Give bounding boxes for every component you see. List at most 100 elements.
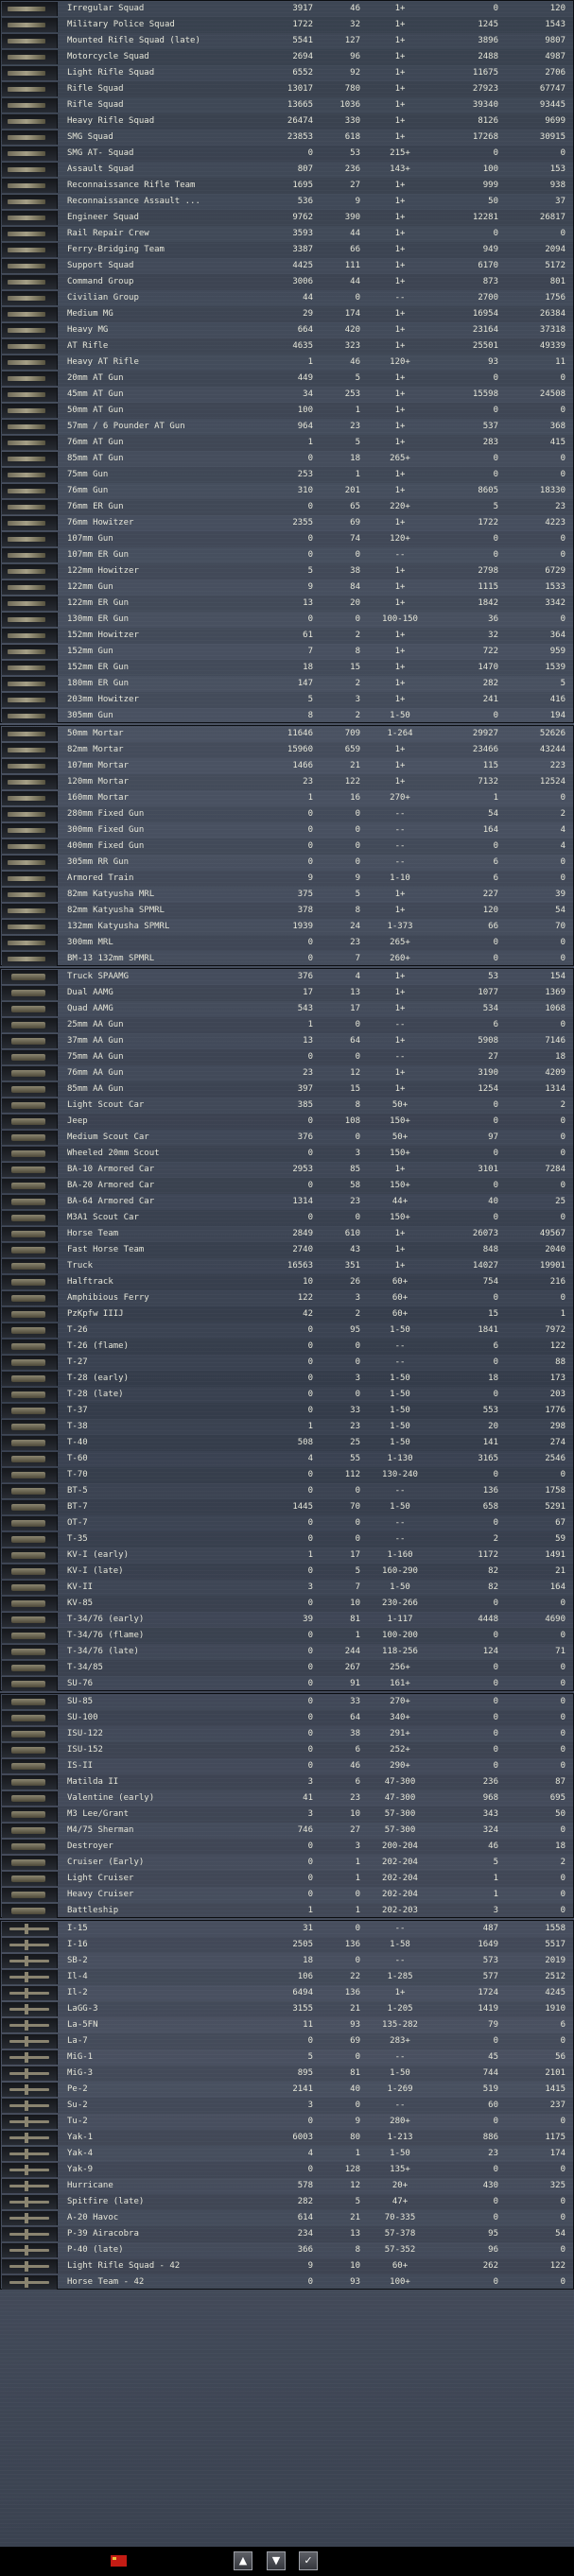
unit-row[interactable]: T-37 0 33 1-50 553 1776 (1, 1403, 574, 1419)
unit-row[interactable]: BT-7 1445 70 1-50 658 5291 (1, 1499, 574, 1515)
unit-row[interactable]: Su-2 3 0 -- 60 237 (1, 2098, 574, 2114)
unit-row[interactable]: Rifle Squad 13665 1036 1+ 39340 93445 (1, 97, 574, 113)
unit-row[interactable]: Command Group 3006 44 1+ 873 801 (1, 274, 574, 290)
unit-row[interactable]: T-38 1 23 1-50 20 298 (1, 1419, 574, 1435)
unit-row[interactable]: Mounted Rifle Squad (late) 5541 127 1+ 3896 9… (1, 33, 574, 49)
unit-row[interactable]: Heavy Cruiser 0 0 202-204 1 0 (1, 1887, 574, 1903)
unit-row[interactable]: SMG Squad 23853 618 1+ 17268 30915 (1, 130, 574, 146)
unit-row[interactable]: SMG AT- Squad 0 53 215+ 0 0 (1, 146, 574, 162)
unit-row[interactable]: SU-76 0 91 161+ 0 0 (1, 1676, 574, 1692)
unit-row[interactable]: 122mm Howitzer 5 38 1+ 2798 6729 (1, 563, 574, 579)
unit-row[interactable]: La-7 0 69 283+ 0 0 (1, 2033, 574, 2049)
unit-row[interactable]: Valentine (early) 41 23 47-300 968 695 (1, 1790, 574, 1807)
unit-row[interactable]: SB-2 18 0 -- 573 2019 (1, 1953, 574, 1969)
unit-row[interactable]: Military Police Squad 1722 32 1+ 1245 1543 (1, 17, 574, 33)
unit-row[interactable]: 50mm AT Gun 100 1 1+ 0 0 (1, 403, 574, 419)
unit-row[interactable]: Irregular Squad 3917 46 1+ 0 120 (1, 1, 574, 17)
unit-row[interactable]: Truck SPAAMG 376 4 1+ 53 154 (1, 969, 574, 985)
unit-row[interactable]: KV-I (early) 1 17 1-160 1172 1491 (1, 1547, 574, 1564)
unit-row[interactable]: 152mm ER Gun 18 15 1+ 1470 1539 (1, 660, 574, 676)
unit-row[interactable]: 120mm Mortar 23 122 1+ 7132 12524 (1, 774, 574, 790)
unit-row[interactable]: 82mm Katyusha MRL 375 5 1+ 227 39 (1, 887, 574, 903)
unit-row[interactable]: BT-5 0 0 -- 136 1758 (1, 1483, 574, 1499)
unit-row[interactable]: Civilian Group 44 0 -- 2700 1756 (1, 290, 574, 306)
unit-row[interactable]: Yak-9 0 128 135+ 0 0 (1, 2162, 574, 2178)
unit-row[interactable]: Heavy AT Rifle 1 46 120+ 93 11 (1, 354, 574, 371)
unit-row[interactable]: Light Cruiser 0 1 202-204 1 0 (1, 1871, 574, 1887)
unit-row[interactable]: MiG-3 895 81 1-50 744 2101 (1, 2066, 574, 2082)
unit-row[interactable]: Engineer Squad 9762 390 1+ 12281 26817 (1, 210, 574, 226)
unit-row[interactable]: Medium MG 29 174 1+ 16954 26384 (1, 306, 574, 322)
unit-row[interactable]: Destroyer 0 3 200-204 46 18 (1, 1839, 574, 1855)
unit-row[interactable]: P-40 (late) 366 8 57-352 96 0 (1, 2242, 574, 2258)
unit-row[interactable]: Hurricane 578 12 20+ 430 325 (1, 2178, 574, 2194)
unit-row[interactable]: T-34/76 (early) 39 81 1-117 4448 4690 (1, 1612, 574, 1628)
unit-row[interactable]: 76mm Howitzer 2355 69 1+ 1722 4223 (1, 515, 574, 531)
unit-row[interactable]: 82mm Katyusha SPMRL 378 8 1+ 120 54 (1, 903, 574, 919)
unit-row[interactable]: Matilda II 3 6 47-300 236 87 (1, 1774, 574, 1790)
unit-row[interactable]: Horse Team 2849 610 1+ 26073 49567 (1, 1226, 574, 1242)
unit-row[interactable]: 37mm AA Gun 13 64 1+ 5908 7146 (1, 1033, 574, 1049)
unit-row[interactable]: Medium Scout Car 376 0 50+ 97 0 (1, 1130, 574, 1146)
unit-row[interactable]: Jeep 0 108 150+ 0 0 (1, 1114, 574, 1130)
unit-row[interactable]: Light Scout Car 385 8 50+ 0 2 (1, 1098, 574, 1114)
unit-row[interactable]: 305mm Gun 8 2 1-50 0 194 (1, 708, 574, 724)
unit-row[interactable]: 280mm Fixed Gun 0 0 -- 54 2 (1, 806, 574, 822)
unit-row[interactable]: 75mm AA Gun 0 0 -- 27 18 (1, 1049, 574, 1065)
unit-row[interactable]: 57mm / 6 Pounder AT Gun 964 23 1+ 537 368 (1, 419, 574, 435)
unit-row[interactable]: LaGG-3 3155 21 1-205 1419 1910 (1, 2001, 574, 2017)
unit-row[interactable]: 305mm RR Gun 0 0 -- 6 0 (1, 855, 574, 871)
unit-row[interactable]: 122mm ER Gun 13 20 1+ 1842 3342 (1, 596, 574, 612)
unit-row[interactable]: T-26 0 95 1-50 1841 7972 (1, 1323, 574, 1339)
unit-row[interactable]: 85mm AT Gun 0 18 265+ 0 0 (1, 451, 574, 467)
unit-row[interactable]: 50mm Mortar 11646 709 1-264 29927 52626 (1, 726, 574, 742)
unit-row[interactable]: Quad AAMG 543 17 1+ 534 1068 (1, 1001, 574, 1017)
unit-row[interactable]: T-35 0 0 -- 2 59 (1, 1531, 574, 1547)
unit-row[interactable]: Dual AAMG 17 13 1+ 1077 1369 (1, 985, 574, 1001)
unit-row[interactable]: 300mm MRL 0 23 265+ 0 0 (1, 935, 574, 951)
unit-row[interactable]: T-26 (flame) 0 0 -- 6 122 (1, 1339, 574, 1355)
unit-row[interactable]: Halftrack 10 26 60+ 754 216 (1, 1274, 574, 1290)
unit-row[interactable]: 300mm Fixed Gun 0 0 -- 164 4 (1, 822, 574, 838)
unit-row[interactable]: 76mm ER Gun 0 65 220+ 5 23 (1, 499, 574, 515)
unit-row[interactable]: La-5FN 11 93 135-282 79 6 (1, 2017, 574, 2033)
unit-row[interactable]: Armored Train 9 9 1-10 6 0 (1, 871, 574, 887)
unit-row[interactable]: Fast Horse Team 2740 43 1+ 848 2040 (1, 1242, 574, 1258)
unit-row[interactable]: 107mm Gun 0 74 120+ 0 0 (1, 531, 574, 547)
unit-row[interactable]: Heavy MG 664 420 1+ 23164 37318 (1, 322, 574, 338)
unit-row[interactable]: OT-7 0 0 -- 0 67 (1, 1515, 574, 1531)
unit-row[interactable]: Spitfire (late) 282 5 47+ 0 0 (1, 2194, 574, 2210)
unit-row[interactable]: Yak-1 6003 80 1-213 886 1175 (1, 2130, 574, 2146)
unit-row[interactable]: T-34/85 0 267 256+ 0 0 (1, 1660, 574, 1676)
unit-row[interactable]: T-28 (late) 0 0 1-50 0 203 (1, 1387, 574, 1403)
unit-row[interactable]: T-60 4 55 1-130 3165 2546 (1, 1451, 574, 1467)
unit-row[interactable]: 160mm Mortar 1 16 270+ 1 0 (1, 790, 574, 806)
unit-row[interactable]: Light Rifle Squad - 42 9 10 60+ 262 122 (1, 2258, 574, 2274)
unit-row[interactable]: Assault Squad 807 236 143+ 100 153 (1, 162, 574, 178)
unit-row[interactable]: Reconnaissance Assault ... 536 9 1+ 50 37 (1, 194, 574, 210)
unit-row[interactable]: Motorcycle Squad 2694 96 1+ 2488 4987 (1, 49, 574, 65)
unit-row[interactable]: 75mm Gun 253 1 1+ 0 0 (1, 467, 574, 483)
unit-row[interactable]: 76mm AT Gun 1 5 1+ 283 415 (1, 435, 574, 451)
unit-row[interactable]: 82mm Mortar 15960 659 1+ 23466 43244 (1, 742, 574, 758)
unit-row[interactable]: Horse Team - 42 0 93 100+ 0 0 (1, 2274, 574, 2291)
unit-row[interactable]: Truck 16563 351 1+ 14027 19901 (1, 1258, 574, 1274)
unit-row[interactable]: Yak-4 4 1 1-50 23 174 (1, 2146, 574, 2162)
unit-row[interactable]: 400mm Fixed Gun 0 0 -- 0 4 (1, 838, 574, 855)
unit-row[interactable]: I-16 2505 136 1-58 1649 5517 (1, 1937, 574, 1953)
unit-row[interactable]: 203mm Howitzer 5 3 1+ 241 416 (1, 692, 574, 708)
unit-row[interactable]: BA-20 Armored Car 0 58 150+ 0 0 (1, 1178, 574, 1194)
unit-row[interactable]: Pe-2 2141 40 1-269 519 1415 (1, 2082, 574, 2098)
confirm-button[interactable]: ✓ (299, 2551, 318, 2570)
unit-row[interactable]: AT Rifle 4635 323 1+ 25501 49339 (1, 338, 574, 354)
unit-row[interactable]: T-28 (early) 0 3 1-50 18 173 (1, 1371, 574, 1387)
unit-row[interactable]: BM-13 132mm SPMRL 0 7 260+ 0 0 (1, 951, 574, 967)
unit-row[interactable]: Rail Repair Crew 3593 44 1+ 0 0 (1, 226, 574, 242)
unit-row[interactable]: MiG-1 5 0 -- 45 56 (1, 2049, 574, 2066)
unit-row[interactable]: 76mm AA Gun 23 12 1+ 3190 4209 (1, 1065, 574, 1081)
unit-row[interactable]: Heavy Rifle Squad 26474 330 1+ 8126 9699 (1, 113, 574, 130)
unit-row[interactable]: 122mm Gun 9 84 1+ 1115 1533 (1, 579, 574, 596)
unit-row[interactable]: BA-10 Armored Car 2953 85 1+ 3101 7284 (1, 1162, 574, 1178)
unit-row[interactable]: Rifle Squad 13017 780 1+ 27923 67747 (1, 81, 574, 97)
scroll-down-button[interactable]: ▼ (267, 2551, 286, 2570)
